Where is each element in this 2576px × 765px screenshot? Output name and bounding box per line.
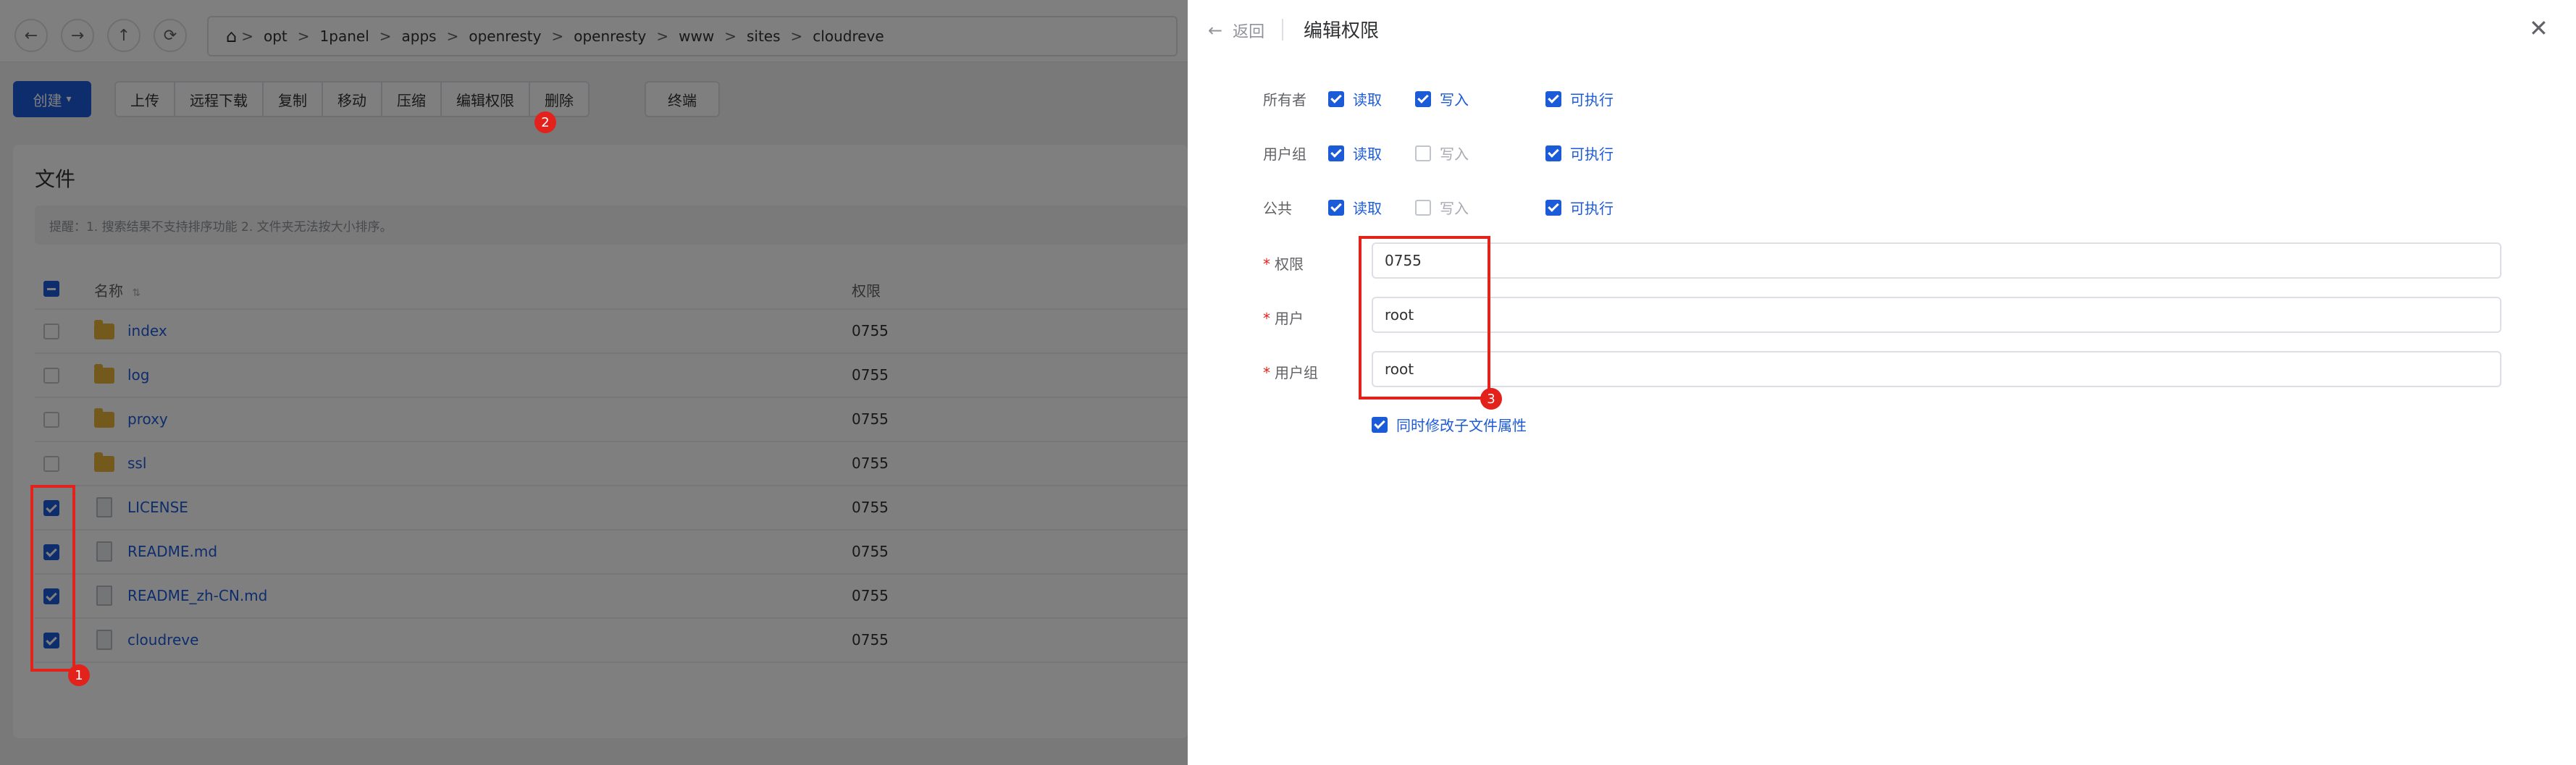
read-checkbox[interactable] [1328, 90, 1344, 107]
group-label-text: 用户组 [1275, 364, 1318, 381]
drawer-back-button[interactable]: ← 返回 [1208, 19, 1264, 42]
required-mark: * [1263, 364, 1270, 381]
file-manager-app: ← → ↑ ⟳ ⌂ > opt > 1panel > apps > openre… [0, 0, 2576, 765]
required-mark: * [1263, 255, 1270, 273]
execute-checkbox[interactable] [1545, 199, 1561, 216]
sub-files-checkbox[interactable] [1372, 416, 1388, 433]
execute-option[interactable]: 可执行 [1545, 143, 1614, 164]
write-checkbox[interactable] [1415, 145, 1431, 161]
write-option[interactable]: 写入 [1415, 197, 1469, 218]
permission-row: 所有者 读取 写入 可执行 [1188, 83, 2576, 111]
permission-label-text: 权限 [1275, 255, 1304, 273]
read-option[interactable]: 读取 [1328, 197, 1382, 218]
drawer-back-label: 返回 [1233, 23, 1265, 41]
read-label: 读取 [1353, 200, 1382, 217]
execute-checkbox[interactable] [1545, 145, 1561, 161]
sub-files-label: 同时修改子文件属性 [1396, 417, 1527, 434]
write-option[interactable]: 写入 [1415, 88, 1469, 109]
execute-label: 可执行 [1570, 145, 1614, 163]
read-option[interactable]: 读取 [1328, 143, 1382, 164]
arrow-left-icon: ← [1208, 20, 1223, 41]
write-label: 写入 [1440, 91, 1469, 109]
permission-input[interactable]: 0755 [1372, 242, 2501, 279]
sub-files-option[interactable]: 同时修改子文件属性 [1372, 414, 1527, 435]
edit-permission-drawer: ← 返回 编辑权限 ✕ 所有者 读取 写入 可执行 用户组 读取 写入 可执行 公共 读取 写入 可执… [1188, 0, 2576, 765]
read-option[interactable]: 读取 [1328, 88, 1382, 109]
read-checkbox[interactable] [1328, 145, 1344, 161]
group-field-label: * 用户组 [1263, 361, 1318, 382]
annotation-box-fields [1359, 236, 1490, 400]
write-checkbox[interactable] [1415, 90, 1431, 107]
annotation-badge-1: 1 [68, 664, 90, 686]
write-option[interactable]: 写入 [1415, 143, 1469, 164]
annotation-badge-3: 3 [1480, 388, 1502, 410]
permission-row-label: 所有者 [1263, 91, 1306, 109]
close-icon[interactable]: ✕ [2529, 14, 2548, 42]
permission-row: 公共 读取 写入 可执行 [1188, 191, 2576, 220]
permission-row-label: 用户组 [1263, 145, 1306, 163]
drawer-title: 编辑权限 [1304, 20, 1380, 42]
user-label-text: 用户 [1275, 310, 1304, 327]
execute-label: 可执行 [1570, 91, 1614, 109]
user-input[interactable]: root [1372, 297, 2501, 333]
execute-label: 可执行 [1570, 200, 1614, 217]
execute-checkbox[interactable] [1545, 90, 1561, 107]
read-label: 读取 [1353, 145, 1382, 163]
read-checkbox[interactable] [1328, 199, 1344, 216]
drawer-header: ← 返回 编辑权限 ✕ [1188, 0, 2576, 61]
permission-field-label: * 权限 [1263, 253, 1304, 274]
annotation-box-checkboxes [30, 485, 75, 672]
execute-option[interactable]: 可执行 [1545, 88, 1614, 109]
write-label: 写入 [1440, 200, 1469, 217]
user-field-label: * 用户 [1263, 307, 1304, 328]
read-label: 读取 [1353, 91, 1382, 109]
write-label: 写入 [1440, 145, 1469, 163]
group-input[interactable]: root [1372, 351, 2501, 387]
required-mark: * [1263, 310, 1270, 327]
permission-row-label: 公共 [1263, 200, 1292, 217]
header-divider [1282, 19, 1283, 41]
annotation-badge-2: 2 [534, 111, 556, 133]
write-checkbox[interactable] [1415, 199, 1431, 216]
modal-overlay[interactable] [0, 0, 1188, 765]
permission-row: 用户组 读取 写入 可执行 [1188, 137, 2576, 166]
execute-option[interactable]: 可执行 [1545, 197, 1614, 218]
